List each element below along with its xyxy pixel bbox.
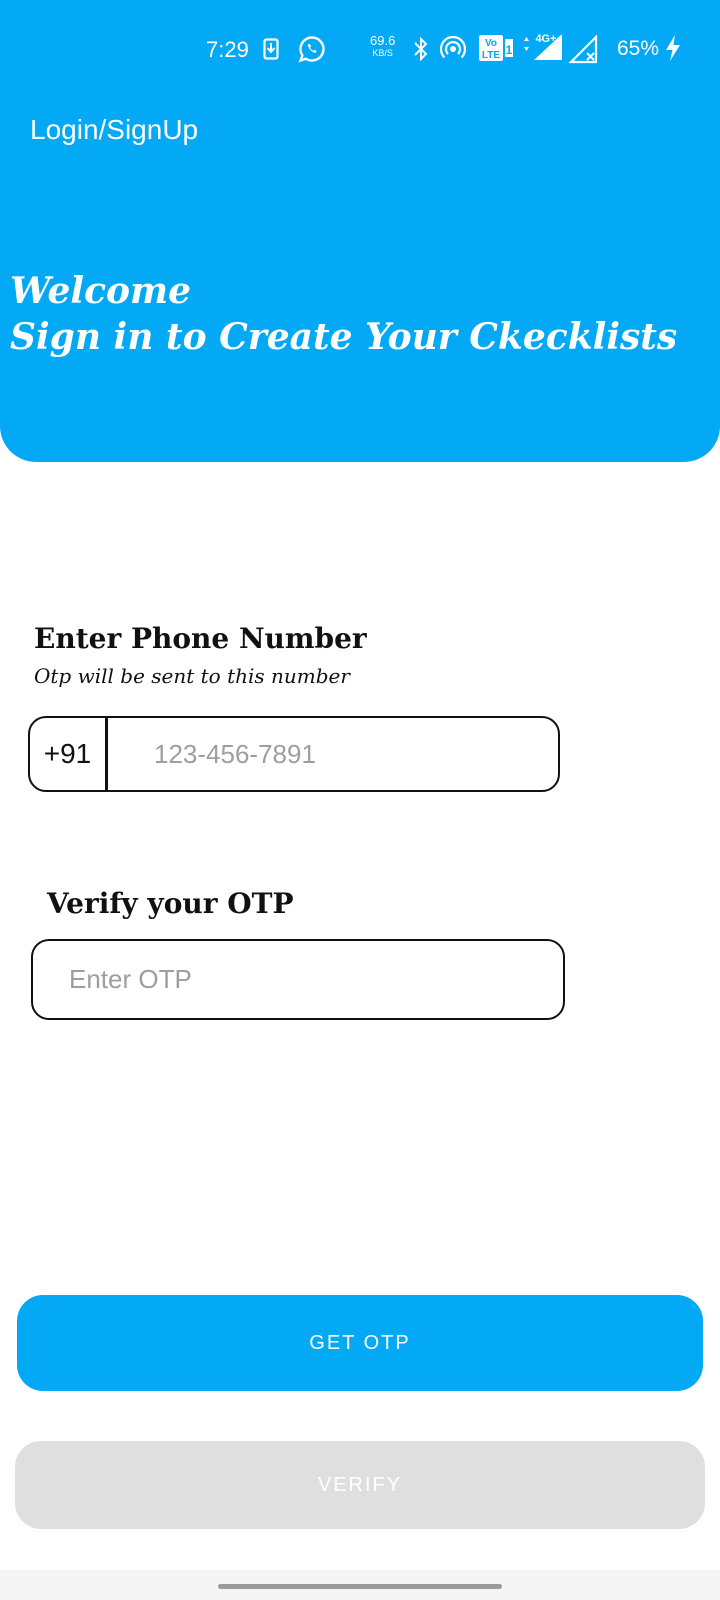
welcome-heading: Welcome: [10, 270, 192, 312]
phone-number-input[interactable]: [108, 717, 558, 791]
bluetooth-icon: [414, 36, 428, 62]
network-speed-value: 69.6: [370, 33, 396, 48]
phone-field: +91: [28, 716, 560, 792]
country-code[interactable]: +91: [30, 718, 108, 790]
welcome-message: Welcome Sign in to Create Your Ckecklist…: [10, 268, 677, 360]
no-signal-icon: [568, 34, 598, 64]
svg-text:Vo: Vo: [485, 38, 497, 49]
otp-field: [31, 939, 565, 1020]
svg-text:LTE: LTE: [482, 50, 500, 61]
otp-section-title: Verify your OTP: [47, 887, 294, 920]
download-icon: [263, 38, 279, 60]
header-banner: 7:29 69.6 KB/S Vo LTE 1 4G+ 65% Login/Si…: [0, 0, 720, 462]
volte-icon: Vo LTE 1: [479, 35, 513, 61]
whatsapp-icon: [298, 36, 325, 63]
navigation-bar: [0, 1570, 720, 1600]
home-gesture-handle[interactable]: [218, 1584, 502, 1589]
charging-icon: [666, 35, 680, 61]
phone-section-title: Enter Phone Number: [34, 622, 367, 655]
hotspot-icon: [440, 36, 466, 59]
status-time: 7:29: [206, 37, 249, 62]
signal-icon: 4G+: [524, 33, 562, 60]
app-title: Login/SignUp: [30, 114, 199, 145]
welcome-subheading: Sign in to Create Your Ckecklists: [10, 316, 678, 358]
verify-button[interactable]: VERIFY: [15, 1441, 705, 1529]
status-bar: 7:29 69.6 KB/S Vo LTE 1 4G+ 65%: [0, 0, 720, 96]
network-speed-unit: KB/S: [372, 48, 393, 58]
network-speed: 69.6 KB/S: [370, 33, 396, 59]
get-otp-button[interactable]: GET OTP: [17, 1295, 703, 1391]
battery-level: 65%: [617, 37, 660, 60]
phone-section-subtitle: Otp will be sent to this number: [34, 664, 350, 688]
otp-input[interactable]: [33, 941, 563, 1018]
svg-text:1: 1: [506, 43, 513, 57]
